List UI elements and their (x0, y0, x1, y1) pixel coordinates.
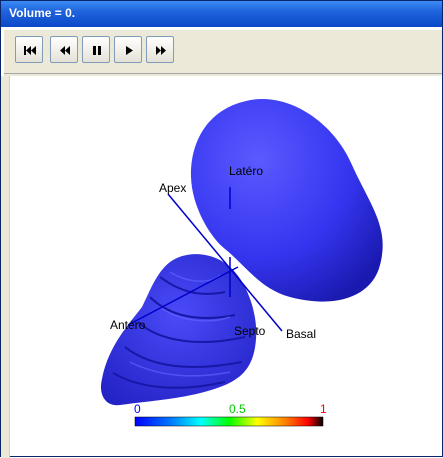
first-frame-button[interactable] (15, 36, 43, 63)
fast-forward-icon (156, 46, 166, 55)
colorbar-tick-0: 0 (134, 402, 141, 416)
title-bar[interactable]: Volume = 0. (1, 1, 442, 27)
window-title: Volume = 0. (9, 6, 76, 20)
colorbar (134, 416, 324, 427)
colorbar-tick-1: 1 (320, 402, 327, 416)
basal-label: Basal (286, 327, 316, 341)
pause-button[interactable] (82, 36, 110, 63)
apex-label: Apex (159, 181, 186, 195)
rewind-button[interactable] (50, 36, 78, 63)
fast-forward-button[interactable] (146, 36, 174, 63)
colorbar-tick-0-5: 0.5 (229, 402, 246, 416)
pause-icon (93, 46, 101, 55)
fast-backward-icon (60, 46, 70, 55)
latero-label: Latéro (229, 164, 263, 178)
3d-viewport[interactable]: Apex Latéro Antéro Septo Basal 0 0.5 1 (10, 77, 442, 456)
app-window: Volume = 0. Apex Latéro Antéro Septo Bas… (0, 0, 443, 458)
play-button[interactable] (114, 36, 142, 63)
antero-label: Antéro (110, 318, 146, 332)
play-icon (126, 46, 133, 55)
3d-scene[interactable]: Apex Latéro Antéro Septo Basal 0 0.5 1 (10, 77, 442, 456)
playback-toolbar (4, 30, 442, 76)
left-border (1, 76, 10, 458)
skip-to-start-icon (24, 46, 36, 55)
toolbar-separator (4, 73, 442, 74)
septo-label: Septo (234, 324, 266, 338)
